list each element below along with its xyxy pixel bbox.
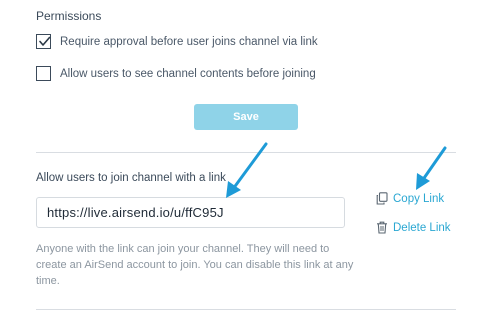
bottom-divider — [36, 309, 456, 310]
join-link-title: Allow users to join channel with a link — [36, 172, 226, 184]
channel-link-field[interactable]: https://live.airsend.io/u/ffC95J — [36, 197, 345, 228]
require-approval-label: Require approval before user joins chann… — [60, 35, 318, 48]
permissions-title: Permissions — [36, 9, 102, 23]
delete-link-button[interactable]: Delete Link — [376, 221, 451, 234]
delete-link-label: Delete Link — [393, 221, 451, 234]
require-approval-option[interactable]: Require approval before user joins chann… — [36, 34, 318, 49]
allow-preview-label: Allow users to see channel contents befo… — [60, 67, 316, 80]
allow-preview-checkbox[interactable] — [36, 66, 51, 81]
allow-preview-option[interactable]: Allow users to see channel contents befo… — [36, 66, 316, 81]
require-approval-checkbox[interactable] — [36, 34, 51, 49]
trash-icon — [377, 221, 387, 234]
copy-link-button[interactable]: Copy Link — [376, 192, 444, 205]
arrow-to-copy-link — [416, 146, 447, 190]
checkmark-icon — [39, 36, 51, 46]
section-divider — [36, 152, 456, 153]
copy-link-label: Copy Link — [393, 192, 445, 205]
save-button[interactable]: Save — [194, 104, 298, 130]
copy-icon — [376, 192, 388, 205]
link-help-text: Anyone with the link can join your chann… — [36, 243, 354, 287]
